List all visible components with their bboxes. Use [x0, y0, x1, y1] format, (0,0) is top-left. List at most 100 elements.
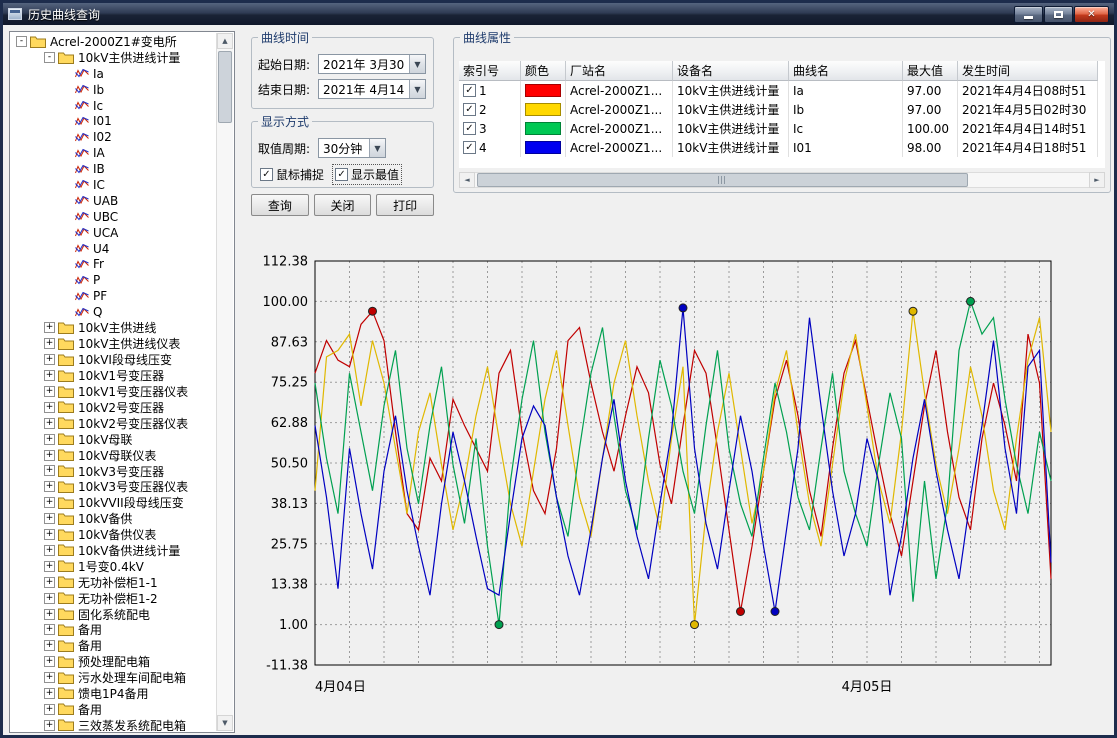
- tree-folder[interactable]: +10kV3号变压器仪表: [11, 479, 216, 495]
- tree-folder[interactable]: +10kV1号变压器仪表: [11, 384, 216, 400]
- row-checkbox[interactable]: ✓: [463, 122, 476, 135]
- expand-icon[interactable]: +: [44, 672, 55, 683]
- collapse-icon[interactable]: -: [16, 36, 27, 47]
- tree-curve-item[interactable]: Fr: [11, 256, 216, 272]
- expand-icon[interactable]: +: [44, 338, 55, 349]
- tree-curve-item[interactable]: I02: [11, 129, 216, 145]
- tree-folder[interactable]: +馈电1P4备用: [11, 686, 216, 702]
- column-header[interactable]: 最大值: [903, 61, 958, 81]
- expand-icon[interactable]: +: [44, 418, 55, 429]
- tree-folder[interactable]: +预处理配电箱: [11, 654, 216, 670]
- query-button[interactable]: 查询: [251, 194, 309, 216]
- expand-icon[interactable]: +: [44, 593, 55, 604]
- column-header[interactable]: 厂站名: [566, 61, 673, 81]
- expand-icon[interactable]: +: [44, 624, 55, 635]
- expand-icon[interactable]: +: [44, 354, 55, 365]
- expand-icon[interactable]: +: [44, 688, 55, 699]
- tree-curve-item[interactable]: Ib: [11, 82, 216, 98]
- column-header[interactable]: 设备名: [673, 61, 789, 81]
- period-select[interactable]: 30分钟 ▼: [318, 138, 386, 158]
- tree-folder[interactable]: +10kV备供进线计量: [11, 543, 216, 559]
- expand-icon[interactable]: +: [44, 561, 55, 572]
- tree-curve-item[interactable]: Ia: [11, 66, 216, 82]
- tree-folder[interactable]: +10kV母联: [11, 431, 216, 447]
- tree-folder[interactable]: +10kV备供仪表: [11, 527, 216, 543]
- tree-curve-item[interactable]: IA: [11, 145, 216, 161]
- row-checkbox[interactable]: ✓: [463, 84, 476, 97]
- scroll-down-icon[interactable]: ▼: [217, 715, 233, 731]
- tree-curve-item[interactable]: Ic: [11, 98, 216, 114]
- tree-root[interactable]: -Acrel-2000Z1#变电所: [11, 34, 216, 50]
- expand-icon[interactable]: +: [44, 465, 55, 476]
- tree-curve-item[interactable]: UAB: [11, 193, 216, 209]
- scroll-up-icon[interactable]: ▲: [217, 33, 233, 49]
- expand-icon[interactable]: +: [44, 402, 55, 413]
- expand-icon[interactable]: +: [44, 450, 55, 461]
- tree-scrollbar-thumb[interactable]: [218, 51, 232, 123]
- expand-icon[interactable]: +: [44, 704, 55, 715]
- close-button[interactable]: 关闭: [314, 194, 372, 216]
- curve-table-row[interactable]: ✓1Acrel-2000Z1...10kV主供进线计量Ia97.002021年4…: [459, 81, 1105, 100]
- curve-table-row[interactable]: ✓3Acrel-2000Z1...10kV主供进线计量Ic100.002021年…: [459, 119, 1105, 138]
- chevron-down-icon[interactable]: ▼: [409, 55, 425, 73]
- tree-folder[interactable]: +无功补偿柜1-2: [11, 590, 216, 606]
- expand-icon[interactable]: +: [44, 529, 55, 540]
- tree-folder[interactable]: +备用: [11, 638, 216, 654]
- tree-curve-item[interactable]: U4: [11, 241, 216, 257]
- tree-folder[interactable]: +无功补偿柜1-1: [11, 574, 216, 590]
- table-scrollbar[interactable]: ◄ ►: [459, 172, 1105, 188]
- expand-icon[interactable]: +: [44, 434, 55, 445]
- curve-table-row[interactable]: ✓2Acrel-2000Z1...10kV主供进线计量Ib97.002021年4…: [459, 100, 1105, 119]
- tree-folder-expanded[interactable]: -10kV主供进线计量: [11, 50, 216, 66]
- tree-curve-item[interactable]: I01: [11, 113, 216, 129]
- expand-icon[interactable]: +: [44, 577, 55, 588]
- tree-scrollbar[interactable]: ▲ ▼: [216, 33, 233, 731]
- expand-icon[interactable]: +: [44, 370, 55, 381]
- titlebar[interactable]: 历史曲线查询 ✕: [3, 3, 1114, 25]
- tree-curve-item[interactable]: IB: [11, 161, 216, 177]
- column-header[interactable]: 曲线名: [789, 61, 903, 81]
- row-checkbox[interactable]: ✓: [463, 141, 476, 154]
- tree-folder[interactable]: +10kV备供: [11, 511, 216, 527]
- expand-icon[interactable]: +: [44, 386, 55, 397]
- end-date-select[interactable]: 2021年 4月14 ▼: [318, 79, 426, 99]
- chevron-down-icon[interactable]: ▼: [409, 80, 425, 98]
- expand-icon[interactable]: +: [44, 513, 55, 524]
- scroll-left-icon[interactable]: ◄: [459, 172, 475, 188]
- expand-icon[interactable]: +: [44, 640, 55, 651]
- tree-curve-item[interactable]: UCA: [11, 225, 216, 241]
- tree-folder[interactable]: +备用: [11, 622, 216, 638]
- tree-folder[interactable]: +10kV2号变压器: [11, 399, 216, 415]
- tree-folder[interactable]: +污水处理车间配电箱: [11, 670, 216, 686]
- tree-folder[interactable]: +1号变0.4kV: [11, 558, 216, 574]
- collapse-icon[interactable]: -: [44, 52, 55, 63]
- tree-folder[interactable]: +10kV母联仪表: [11, 447, 216, 463]
- tree-curve-item[interactable]: Q: [11, 304, 216, 320]
- tree-curve-item[interactable]: PF: [11, 288, 216, 304]
- tree-folder[interactable]: +10kVVII段母线压变: [11, 495, 216, 511]
- show-extremes-checkbox[interactable]: ✓ 显示最值: [333, 165, 401, 184]
- mouse-capture-checkbox[interactable]: ✓ 鼠标捕捉: [258, 165, 326, 184]
- tree-folder[interactable]: +备用: [11, 701, 216, 717]
- tree-folder[interactable]: +10kVI段母线压变: [11, 352, 216, 368]
- expand-icon[interactable]: +: [44, 545, 55, 556]
- expand-icon[interactable]: +: [44, 497, 55, 508]
- tree-folder[interactable]: +10kV主供进线: [11, 320, 216, 336]
- tree-folder[interactable]: +10kV主供进线仪表: [11, 336, 216, 352]
- column-header[interactable]: 颜色: [521, 61, 566, 81]
- tree-curve-item[interactable]: IC: [11, 177, 216, 193]
- tree-curve-item[interactable]: P: [11, 272, 216, 288]
- tree-folder[interactable]: +三效蒸发系统配电箱: [11, 717, 216, 731]
- tree-folder[interactable]: +固化系统配电: [11, 606, 216, 622]
- minimize-button[interactable]: [1014, 6, 1043, 23]
- print-button[interactable]: 打印: [376, 194, 434, 216]
- column-header[interactable]: 索引号: [459, 61, 521, 81]
- scroll-right-icon[interactable]: ►: [1089, 172, 1105, 188]
- tree-scrollbar-track[interactable]: [217, 49, 233, 715]
- start-date-select[interactable]: 2021年 3月30 ▼: [318, 54, 426, 74]
- row-checkbox[interactable]: ✓: [463, 103, 476, 116]
- expand-icon[interactable]: +: [44, 656, 55, 667]
- maximize-button[interactable]: [1044, 6, 1073, 23]
- expand-icon[interactable]: +: [44, 720, 55, 731]
- curve-table-row[interactable]: ✓4Acrel-2000Z1...10kV主供进线计量I0198.002021年…: [459, 138, 1105, 157]
